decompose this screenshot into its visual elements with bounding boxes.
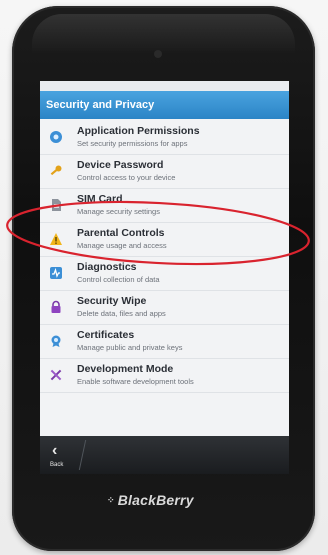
tools-icon xyxy=(50,369,62,381)
list-item-diagnostics[interactable]: Diagnostics Control collection of data xyxy=(40,257,289,291)
device-screen: Security and Privacy Application Permiss… xyxy=(40,81,289,474)
item-subtitle: Manage usage and access xyxy=(77,241,167,250)
list-item-sim-card[interactable]: SIM Card Manage security settings xyxy=(40,189,289,223)
diagnostics-icon xyxy=(50,267,62,279)
warning-triangle-icon xyxy=(50,233,62,245)
screen-title: Security and Privacy xyxy=(40,91,289,119)
list-item-application-permissions[interactable]: Application Permissions Set security per… xyxy=(40,121,289,155)
chevron-left-icon: ‹ xyxy=(52,442,58,459)
item-subtitle: Delete data, files and apps xyxy=(77,309,166,318)
item-title: Security Wipe xyxy=(77,295,147,307)
list-item-security-wipe[interactable]: Security Wipe Delete data, files and app… xyxy=(40,291,289,325)
list-item-certificates[interactable]: Certificates Manage public and private k… xyxy=(40,325,289,359)
item-subtitle: Control access to your device xyxy=(77,173,176,182)
lock-icon xyxy=(51,300,61,313)
brand-logo: ⁘ BlackBerry xyxy=(107,492,194,508)
item-title: Diagnostics xyxy=(77,261,137,273)
front-sensor xyxy=(154,50,162,58)
item-subtitle: Manage public and private keys xyxy=(77,343,183,352)
item-subtitle: Set security permissions for apps xyxy=(77,139,188,148)
list-item-development-mode[interactable]: Development Mode Enable software develop… xyxy=(40,359,289,393)
brand-name: BlackBerry xyxy=(117,492,194,508)
item-title: SIM Card xyxy=(77,193,123,205)
item-title: Device Password xyxy=(77,159,164,171)
blackberry-logo-icon: ⁘ xyxy=(107,495,115,505)
item-subtitle: Manage security settings xyxy=(77,207,160,216)
back-label: Back xyxy=(50,462,64,468)
back-button[interactable]: ‹ Back xyxy=(40,436,80,474)
phone-body: Security and Privacy Application Permiss… xyxy=(12,6,315,551)
certificate-icon xyxy=(51,335,61,347)
sim-card-icon xyxy=(52,199,61,211)
list-item-device-password[interactable]: Device Password Control access to your d… xyxy=(40,155,289,189)
item-title: Development Mode xyxy=(77,363,174,375)
item-title: Application Permissions xyxy=(77,125,200,137)
action-bar: ‹ Back xyxy=(40,436,289,474)
settings-list: Application Permissions Set security per… xyxy=(40,121,289,393)
item-subtitle: Enable software development tools xyxy=(77,377,194,386)
photo-background: Security and Privacy Application Permiss… xyxy=(0,0,328,555)
status-strip xyxy=(40,81,289,91)
item-title: Certificates xyxy=(77,329,135,341)
list-item-parental-controls[interactable]: Parental Controls Manage usage and acces… xyxy=(40,223,289,257)
app-permissions-icon xyxy=(50,131,62,143)
key-icon xyxy=(50,165,62,176)
item-subtitle: Control collection of data xyxy=(77,275,160,284)
item-title: Parental Controls xyxy=(77,227,165,239)
